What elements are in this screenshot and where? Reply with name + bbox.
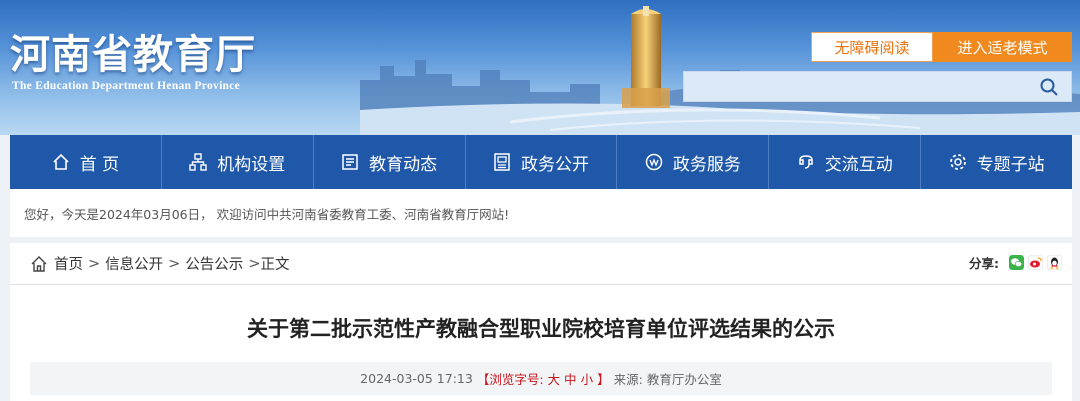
wechat-icon[interactable] [1009, 255, 1024, 270]
nav-item-label: 政务公开 [521, 154, 589, 175]
breadcrumb-separator: > [168, 255, 181, 272]
source-value: 教育厅办公室 [646, 372, 722, 387]
main-nav: 首 页 机构设置 教育动态 政务公开 政务服务 交流互动 专题子站 [10, 135, 1072, 189]
document-icon [494, 153, 510, 171]
accessibility-reading-button[interactable]: 无障碍阅读 [811, 32, 933, 62]
share-bar: 分享: [969, 253, 1062, 272]
source-label: 来源: [613, 372, 643, 387]
breadcrumb-info-disclosure[interactable]: 信息公开 [105, 253, 163, 274]
breadcrumb-home[interactable]: 首页 [54, 253, 83, 274]
gear-icon [949, 154, 966, 170]
article-meta: 2024-03-05 17:13 【浏览字号: 大 中 小 】 来源: 教育厅办… [30, 362, 1052, 395]
service-icon [645, 153, 663, 171]
breadcrumb-separator: > [88, 255, 101, 272]
article: 关于第二批示范性产教融合型职业院校培育单位评选结果的公示 2024-03-05 … [10, 285, 1072, 401]
font-size-prefix: 【浏览字号: [476, 372, 544, 387]
nav-item-education-news[interactable]: 教育动态 [314, 135, 466, 189]
breadcrumb-separator: > [248, 255, 261, 272]
breadcrumb-current: 正文 [260, 257, 290, 273]
breadcrumb: 首页 > 信息公开 > 公告公示 > 正文 分享: [10, 243, 1072, 285]
site-title: 河南省教育厅 [10, 31, 256, 78]
nav-item-label: 政务服务 [672, 154, 741, 175]
nav-item-government-affairs[interactable]: 政务公开 [466, 135, 618, 189]
site-subtitle: The Education Department Henan Province [12, 80, 241, 92]
weibo-icon[interactable] [1028, 255, 1043, 270]
interaction-icon [798, 155, 813, 169]
publish-date: 2024-03-05 17:13 [360, 371, 473, 386]
search-input[interactable] [684, 72, 1024, 101]
search-box [683, 71, 1072, 102]
breadcrumb-announcements[interactable]: 公告公示 [185, 253, 243, 274]
nav-item-interaction[interactable]: 交流互动 [769, 135, 922, 189]
nav-item-label: 交流互动 [824, 154, 893, 175]
welcome-text: 您好，今天是2024年03月06日， 欢迎访问中共河南省委教育工委、河南省教育厅… [24, 206, 510, 222]
nav-item-label: 机构设置 [217, 154, 286, 175]
font-size-small-link[interactable]: 小 [581, 369, 594, 388]
qq-icon[interactable] [1047, 255, 1062, 270]
font-size-medium-link[interactable]: 中 [564, 369, 577, 388]
nav-item-label: 专题子站 [976, 154, 1045, 175]
elder-mode-button[interactable]: 进入适老模式 [933, 32, 1072, 62]
nav-item-label: 首 页 [79, 154, 120, 175]
nav-item-label: 教育动态 [369, 154, 438, 175]
home-icon [53, 153, 69, 170]
nav-item-home[interactable]: 首 页 [10, 135, 162, 189]
article-title: 关于第二批示范性产教融合型职业院校培育单位评选结果的公示 [247, 317, 835, 341]
news-icon [342, 154, 358, 170]
city-skyline-image [360, 6, 1080, 135]
nav-item-organization[interactable]: 机构设置 [162, 135, 314, 189]
share-label: 分享: [969, 256, 999, 271]
font-size-suffix: 】 [597, 372, 610, 387]
nav-item-government-services[interactable]: 政务服务 [617, 135, 770, 189]
org-chart-icon [189, 153, 207, 171]
home-icon [31, 255, 47, 272]
header-banner: 河南省教育厅 The Education Department Henan Pr… [0, 0, 1080, 135]
welcome-bar: 您好，今天是2024年03月06日， 欢迎访问中共河南省委教育工委、河南省教育厅… [10, 189, 1072, 237]
font-size-large-link[interactable]: 大 [548, 369, 561, 388]
search-icon[interactable] [1039, 77, 1059, 97]
nav-item-special-topics[interactable]: 专题子站 [921, 135, 1072, 189]
